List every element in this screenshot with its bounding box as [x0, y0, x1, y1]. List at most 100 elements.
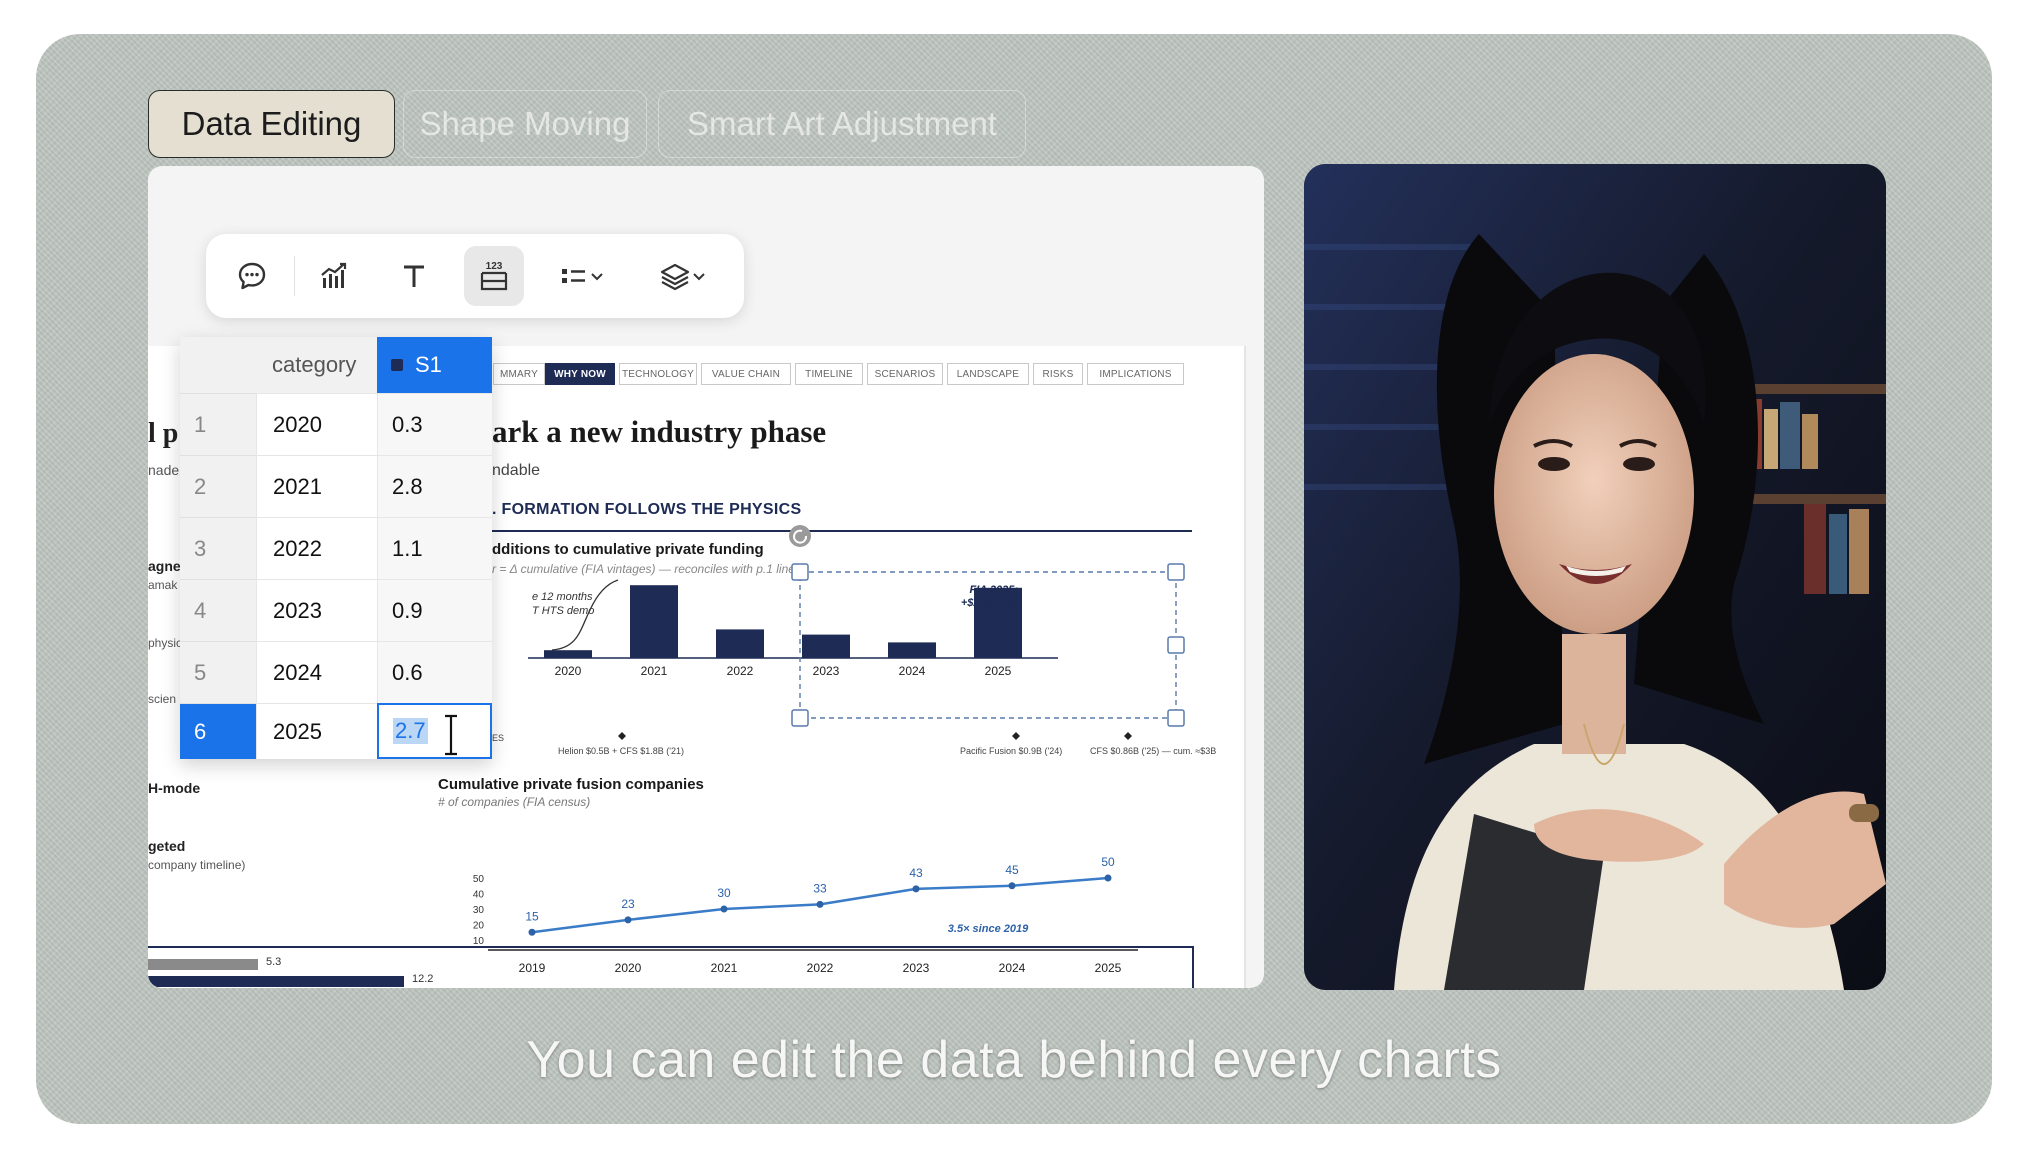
slide-subtitle: ndable [492, 462, 541, 479]
footnote-marker [1012, 732, 1020, 740]
data-point [624, 916, 632, 924]
selection-handle [791, 563, 809, 581]
category-cell[interactable]: 2024 [256, 641, 377, 703]
bottom-bar-1 [148, 959, 258, 970]
text-button[interactable] [384, 246, 444, 306]
funding-bar-chart[interactable]: 2020 2021 2022 2023 2024 2025 e 12 months T HTS… [486, 525, 1264, 810]
data-label: 30 [717, 886, 731, 900]
slide-nav-tab-value-chain: VALUE CHAIN [701, 363, 791, 385]
data-point [912, 885, 920, 893]
slide-nav-tab-implications: IMPLICATIONS [1087, 363, 1184, 385]
tab-data-editing[interactable]: Data Editing [148, 90, 395, 158]
category-cell[interactable]: 2023 [256, 579, 377, 641]
chart-data-table: category S1 1 2020 0.3 2 2021 2.8 3 2022… [180, 337, 492, 759]
bar-2020 [544, 650, 592, 658]
list-dropdown-icon [562, 269, 603, 283]
value-cell[interactable]: 0.3 [377, 393, 492, 455]
y-tick-label: 20 [473, 921, 485, 932]
slide-section-header: . FORMATION FOLLOWS THE PHYSICS [492, 501, 802, 518]
annotation-right-text: +$2.6–2.7B [961, 597, 1018, 609]
series-color-swatch [391, 359, 403, 371]
bottom-bar-1-label: 5.3 [266, 956, 282, 968]
value-cell-editing[interactable]: 2.7 [377, 703, 492, 759]
comment-button[interactable] [222, 246, 282, 306]
left-text-fragment: scien [148, 692, 177, 706]
left-text-fragment: company timeline) [148, 858, 246, 872]
presenter-illustration [1304, 164, 1886, 990]
data-label: 15 [525, 909, 539, 923]
slide-nav-tab-scenarios: SCENARIOS [867, 363, 943, 385]
slide-nav-tab-timeline: TIMELINE [795, 363, 863, 385]
row-index[interactable]: 2 [180, 455, 256, 517]
left-text-fragment: agne [148, 558, 181, 574]
toolbar-divider [294, 256, 295, 296]
footnote-marker [1124, 732, 1132, 740]
slide-nav-tab-summary: MMARY [493, 363, 545, 385]
left-text-fragment: H-mode [148, 780, 201, 796]
category-cell[interactable]: 2021 [256, 455, 377, 517]
data-label: 45 [1005, 863, 1019, 877]
column-header-s1[interactable]: S1 [377, 337, 492, 393]
tab-shape-moving[interactable]: Shape Moving [403, 90, 647, 158]
category-cell[interactable]: 2020 [256, 393, 377, 455]
presenter-video [1304, 164, 1886, 990]
footnote-marker [618, 732, 626, 740]
layers-dropdown-icon [660, 263, 705, 291]
chart1-title: dditions to cumulative private funding [492, 541, 764, 558]
x-tick-label: 2025 [985, 664, 1012, 678]
row-index[interactable]: 3 [180, 517, 256, 579]
left-text-fragment: nade [148, 462, 180, 478]
footnote-text: CFS $0.86B ('25) — cum. ≈$3B [1090, 746, 1216, 756]
chart-icon [321, 262, 347, 288]
table-corner-cell [180, 337, 256, 393]
list-dropdown-button[interactable] [544, 246, 624, 306]
data-point [1008, 882, 1016, 890]
chart-toolbar: 123 [206, 234, 744, 318]
y-tick-label: 30 [473, 905, 485, 916]
row-index-selected[interactable]: 6 [180, 703, 256, 759]
row-index[interactable]: 5 [180, 641, 256, 703]
layers-dropdown-button[interactable] [646, 246, 726, 306]
slide-nav-tab-why-now: WHY NOW [545, 363, 615, 385]
category-cell[interactable]: 2025 [256, 703, 377, 759]
category-cell[interactable]: 2022 [256, 517, 377, 579]
x-tick-label: 2024 [899, 664, 926, 678]
x-tick-label: 2023 [813, 664, 840, 678]
video-caption: You can edit the data behind every chart… [526, 1031, 1502, 1089]
chart-type-button[interactable] [304, 246, 364, 306]
value-cell[interactable]: 1.1 [377, 517, 492, 579]
x-tick-label: 2022 [727, 664, 754, 678]
rotate-handle-icon [789, 525, 811, 547]
y-tick-label: 40 [473, 890, 485, 901]
column-header-category[interactable]: category [256, 337, 377, 393]
bar-2024 [888, 642, 936, 658]
row-index[interactable]: 4 [180, 579, 256, 641]
companies-line-chart[interactable]: 5040302010152019232020302021332022432023… [438, 816, 1138, 975]
selection-handle [1167, 636, 1185, 654]
annotation-left-text: T HTS demo [532, 605, 594, 617]
bottom-bar-2 [148, 976, 404, 987]
chart2-note: # of companies (FIA census) [438, 795, 591, 809]
row-index[interactable]: 1 [180, 393, 256, 455]
slide-nav-tab-technology: TECHNOLOGY [619, 363, 697, 385]
value-cell[interactable]: 2.8 [377, 455, 492, 517]
selected-value-text[interactable]: 2.7 [393, 718, 428, 744]
data-table-icon: 123 [480, 261, 508, 291]
data-label: 23 [621, 897, 635, 911]
selection-handle [1167, 563, 1185, 581]
tab-smart-art-adjustment[interactable]: Smart Art Adjustment [658, 90, 1026, 158]
left-title-fragment: l p [148, 418, 179, 449]
x-tick-label: 2020 [555, 664, 582, 678]
slide-nav-tab-landscape: LANDSCAPE [947, 363, 1029, 385]
value-cell[interactable]: 0.6 [377, 641, 492, 703]
annotation-left-text: e 12 months [532, 591, 593, 603]
x-tick-label: 2021 [641, 664, 668, 678]
bar-2022 [716, 629, 764, 658]
chart2-annotation: 3.5× since 2019 [948, 923, 1029, 935]
left-text-fragment: geted [148, 838, 186, 854]
data-table-button[interactable]: 123 [464, 246, 524, 306]
data-label: 43 [909, 866, 923, 880]
value-cell[interactable]: 0.9 [377, 579, 492, 641]
text-icon [404, 265, 424, 287]
y-tick-label: 50 [473, 874, 485, 885]
